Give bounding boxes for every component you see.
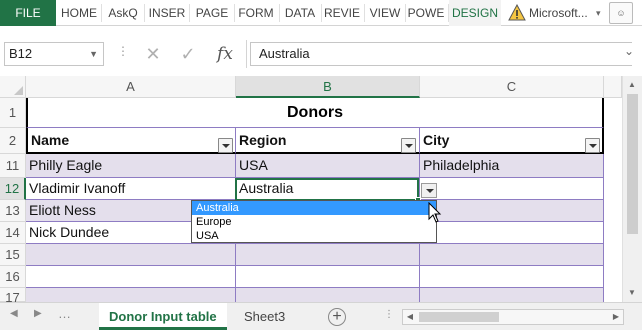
row-header-1[interactable]: 1 [0,98,26,128]
scroll-right-icon[interactable]: ▶ [609,310,623,324]
tab-home[interactable]: HOME [58,0,100,26]
header-city[interactable]: City [420,128,604,154]
chevron-down-icon[interactable]: ▼ [89,43,98,65]
scroll-thumb[interactable] [627,94,638,234]
row-header-14[interactable]: 14 [0,222,26,244]
account-caret-icon[interactable]: ▾ [596,0,601,26]
name-box[interactable]: B12 ▼ [4,42,104,66]
file-tab[interactable]: FILE [0,0,56,26]
tab-review[interactable]: REVIE [322,0,362,26]
scroll-down-icon[interactable]: ▼ [628,288,636,297]
tab-splitter-icon[interactable]: ⋮ [384,309,394,320]
mouse-pointer-icon [428,202,442,223]
header-name-label: Name [31,132,70,148]
column-header-a[interactable]: A [26,76,236,98]
column-header-b[interactable]: B [236,76,420,98]
row-header-11[interactable]: 11 [0,154,26,178]
tab-power[interactable]: POWE [406,0,446,26]
table-cell[interactable] [236,244,420,266]
dropdown-option[interactable]: Europe [192,215,436,229]
account-name[interactable]: Microsoft... [529,0,588,26]
table-cell[interactable] [26,288,236,302]
table-cell[interactable]: Philly Eagle [26,154,236,178]
resize-dots-icon[interactable]: ⋮ [117,44,129,58]
select-all-corner[interactable] [0,76,26,98]
row-header-2[interactable]: 2 [0,128,26,154]
table-cell[interactable]: Vladimir Ivanoff [26,178,236,200]
check-icon[interactable]: ✓ [175,42,201,66]
column-header-c[interactable]: C [420,76,604,98]
table-cell[interactable] [420,266,604,288]
table-cell[interactable] [420,244,604,266]
validation-dropdown-list[interactable]: Australia Europe USA [191,200,437,243]
header-region-label: Region [239,132,287,148]
tab-view[interactable]: VIEW [365,0,405,26]
dropdown-option[interactable]: Australia [192,201,436,215]
sheet-tab-sheet3[interactable]: Sheet3 [234,303,295,330]
tab-insert[interactable]: INSER [145,0,189,26]
formula-input[interactable]: Australia [250,42,632,66]
table-cell[interactable] [236,266,420,288]
tab-data[interactable]: DATA [280,0,320,26]
tab-askq[interactable]: AskQ [102,0,144,26]
prev-sheet-icon[interactable]: ◀ [10,308,18,319]
tab-formulas[interactable]: FORM [235,0,277,26]
filter-name-icon[interactable] [218,138,233,153]
table-title[interactable]: Donors [26,98,604,128]
hscroll-thumb[interactable] [419,312,499,322]
row-header-13[interactable]: 13 [0,200,26,222]
row-header-12[interactable]: 12 [0,178,26,200]
table-cell[interactable] [236,288,420,302]
sheet-tab-donor-input-table[interactable]: Donor Input table [99,303,227,330]
scroll-left-icon[interactable]: ◀ [403,310,417,324]
table-cell[interactable] [420,222,604,244]
header-region[interactable]: Region [236,128,420,154]
expand-formula-icon[interactable]: ⌄ [624,44,634,58]
worksheet-grid[interactable]: A B C 1 2 11 12 13 14 15 16 17 Donors Na… [0,76,642,305]
insert-function-icon[interactable]: fx [210,42,240,66]
scroll-up-icon[interactable]: ▲ [628,80,636,89]
cell-selection-border [235,178,419,201]
table-cell[interactable] [420,178,604,200]
header-city-label: City [423,132,450,148]
filter-region-icon[interactable] [401,138,416,153]
table-cell[interactable] [420,288,604,302]
next-sheet-icon[interactable]: ▶ [34,308,42,319]
row-header-15[interactable]: 15 [0,244,26,266]
table-cell[interactable]: USA [236,154,420,178]
tab-page-layout[interactable]: PAGE [190,0,234,26]
dropdown-arrow-icon[interactable] [421,183,437,198]
table-cell[interactable] [420,200,604,222]
dropdown-option[interactable]: USA [192,229,436,243]
filter-city-icon[interactable] [585,138,600,153]
ribbon: FILE HOME AskQ INSER PAGE FORM DATA REVI… [0,0,642,26]
feedback-smiley-icon[interactable]: ☺ [609,2,633,24]
horizontal-scrollbar[interactable]: ◀ ▶ [402,309,624,325]
row-header-17[interactable]: 17 [0,288,26,305]
vertical-scrollbar[interactable]: ▲ ▼ [622,76,642,302]
sheet-tab-bar: ◀ ▶ … Donor Input table Sheet3 + ⋮ ◀ ▶ [0,302,642,330]
warning-icon [508,4,526,21]
table-cell[interactable] [26,266,236,288]
table-cell[interactable] [26,244,236,266]
add-sheet-icon[interactable]: + [328,308,346,326]
name-box-value: B12 [9,46,33,61]
more-sheets-icon[interactable]: … [58,306,71,321]
tab-design[interactable]: DESIGN [449,0,501,26]
table-cell[interactable]: Philadelphia [420,154,604,178]
header-name[interactable]: Name [26,128,236,154]
close-icon[interactable]: ✕ [140,42,166,66]
row-header-16[interactable]: 16 [0,266,26,288]
